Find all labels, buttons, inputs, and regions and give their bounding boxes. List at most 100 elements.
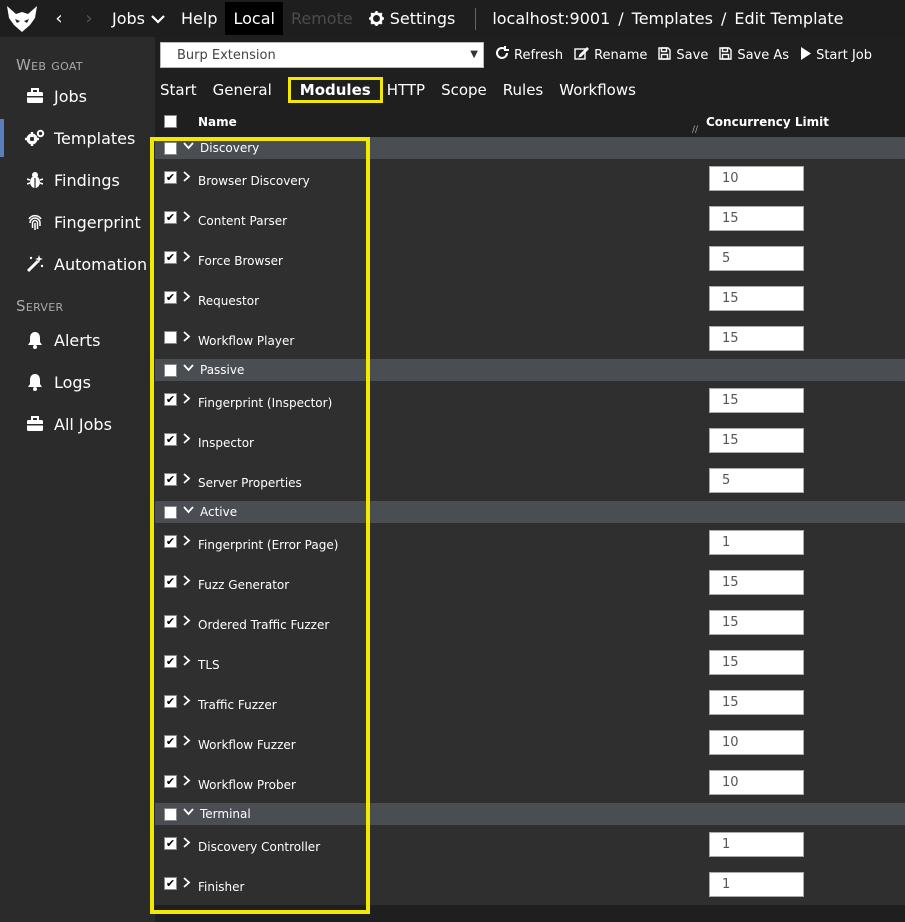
chevron-down-icon[interactable] xyxy=(183,504,194,517)
concurrency-limit-input[interactable]: 15 xyxy=(709,428,804,453)
column-header-name[interactable]: Name xyxy=(198,115,237,129)
chevron-right-icon[interactable] xyxy=(183,695,191,709)
forward-arrow-icon[interactable]: › xyxy=(74,8,104,29)
tab-general[interactable]: General xyxy=(213,81,278,99)
concurrency-limit-input[interactable]: 15 xyxy=(709,286,804,311)
group-checkbox[interactable] xyxy=(164,808,177,821)
sidebar-item-logs[interactable]: Logs xyxy=(0,361,155,403)
concurrency-limit-input[interactable]: 15 xyxy=(709,326,804,351)
chevron-right-icon[interactable] xyxy=(183,735,191,749)
chevron-right-icon[interactable] xyxy=(183,615,191,629)
column-resize-handle[interactable]: ∕∕ xyxy=(692,125,698,135)
module-checkbox[interactable]: ✔ xyxy=(164,211,177,224)
select-all-checkbox[interactable] xyxy=(164,115,177,128)
module-row[interactable]: ✔ TLS 15 xyxy=(155,643,905,683)
concurrency-limit-input[interactable]: 10 xyxy=(709,730,804,755)
module-row[interactable]: ✔ Workflow Prober 10 xyxy=(155,763,905,803)
module-row[interactable]: ✔ Discovery Controller 1 xyxy=(155,825,905,865)
concurrency-limit-input[interactable]: 1 xyxy=(709,832,804,857)
template-select[interactable]: Burp Extension ▼ xyxy=(160,42,484,68)
group-checkbox[interactable] xyxy=(164,364,177,377)
chevron-right-icon[interactable] xyxy=(183,775,191,789)
concurrency-limit-input[interactable]: 1 xyxy=(709,872,804,897)
module-checkbox[interactable]: ✔ xyxy=(164,877,177,890)
module-row[interactable]: ✔ Traffic Fuzzer 15 xyxy=(155,683,905,723)
refresh-button[interactable]: Refresh xyxy=(495,46,563,64)
module-checkbox[interactable]: ✔ xyxy=(164,535,177,548)
module-checkbox[interactable]: ✔ xyxy=(164,473,177,486)
module-checkbox[interactable]: ✔ xyxy=(164,433,177,446)
chevron-right-icon[interactable] xyxy=(183,393,191,407)
group-row[interactable]: Discovery xyxy=(155,137,905,159)
column-header-concurrency[interactable]: Concurrency Limit xyxy=(706,115,829,129)
module-checkbox[interactable]: ✔ xyxy=(164,615,177,628)
concurrency-limit-input[interactable]: 10 xyxy=(709,770,804,795)
breadcrumb-host[interactable]: localhost:9001 xyxy=(492,9,610,28)
module-row[interactable]: ✔ Fingerprint (Error Page) 1 xyxy=(155,523,905,563)
module-row[interactable]: ✔ Server Properties 5 xyxy=(155,461,905,501)
concurrency-limit-input[interactable]: 15 xyxy=(709,570,804,595)
concurrency-limit-input[interactable]: 15 xyxy=(709,650,804,675)
concurrency-limit-input[interactable]: 5 xyxy=(709,468,804,493)
chevron-right-icon[interactable] xyxy=(183,291,191,305)
nav-local[interactable]: Local xyxy=(225,2,283,35)
nav-settings[interactable]: Settings xyxy=(361,0,464,37)
start-job-button[interactable]: Start Job xyxy=(800,46,872,64)
module-row[interactable]: ✔ Fuzz Generator 15 xyxy=(155,563,905,603)
chevron-right-icon[interactable] xyxy=(183,535,191,549)
nav-remote[interactable]: Remote xyxy=(283,0,361,37)
group-row[interactable]: Terminal xyxy=(155,803,905,825)
module-row[interactable]: ✔ Fingerprint (Inspector) 15 xyxy=(155,381,905,421)
nav-help[interactable]: Help xyxy=(173,0,225,37)
module-checkbox[interactable] xyxy=(164,331,177,344)
concurrency-limit-input[interactable]: 15 xyxy=(709,610,804,635)
chevron-down-icon[interactable] xyxy=(183,362,194,375)
module-checkbox[interactable]: ✔ xyxy=(164,251,177,264)
sidebar-item-alerts[interactable]: Alerts xyxy=(0,319,155,361)
chevron-right-icon[interactable] xyxy=(183,433,191,447)
module-row[interactable]: ✔ Finisher 1 xyxy=(155,865,905,905)
module-row[interactable]: ✔ Requestor 15 xyxy=(155,279,905,319)
tab-http[interactable]: HTTP xyxy=(387,81,431,99)
module-row[interactable]: ✔ Browser Discovery 10 xyxy=(155,159,905,199)
module-checkbox[interactable]: ✔ xyxy=(164,291,177,304)
module-row[interactable]: ✔ Content Parser 15 xyxy=(155,199,905,239)
module-checkbox[interactable]: ✔ xyxy=(164,837,177,850)
module-row[interactable]: Workflow Player 15 xyxy=(155,319,905,359)
save-as-button[interactable]: Save As xyxy=(719,46,789,64)
module-row[interactable]: ✔ Force Browser 5 xyxy=(155,239,905,279)
module-checkbox[interactable]: ✔ xyxy=(164,695,177,708)
chevron-right-icon[interactable] xyxy=(183,575,191,589)
tab-scope[interactable]: Scope xyxy=(441,81,493,99)
tab-start[interactable]: Start xyxy=(160,81,203,99)
concurrency-limit-input[interactable]: 15 xyxy=(709,690,804,715)
module-row[interactable]: ✔ Ordered Traffic Fuzzer 15 xyxy=(155,603,905,643)
sidebar-item-all-jobs[interactable]: All Jobs xyxy=(0,403,155,445)
concurrency-limit-input[interactable]: 15 xyxy=(709,388,804,413)
group-checkbox[interactable] xyxy=(164,506,177,519)
tab-workflows[interactable]: Workflows xyxy=(559,81,642,99)
concurrency-limit-input[interactable]: 5 xyxy=(709,246,804,271)
module-checkbox[interactable]: ✔ xyxy=(164,775,177,788)
sidebar-item-templates[interactable]: Templates xyxy=(0,117,155,159)
sidebar-item-automation[interactable]: Automation xyxy=(0,243,155,285)
chevron-down-icon[interactable] xyxy=(183,806,194,819)
chevron-right-icon[interactable] xyxy=(183,211,191,225)
chevron-right-icon[interactable] xyxy=(183,251,191,265)
sidebar-item-findings[interactable]: Findings xyxy=(0,159,155,201)
back-arrow-icon[interactable]: ‹ xyxy=(44,8,74,29)
concurrency-limit-input[interactable]: 1 xyxy=(709,530,804,555)
module-checkbox[interactable]: ✔ xyxy=(164,393,177,406)
breadcrumb-templates[interactable]: Templates xyxy=(632,9,713,28)
module-checkbox[interactable]: ✔ xyxy=(164,171,177,184)
sidebar-item-fingerprint[interactable]: Fingerprint xyxy=(0,201,155,243)
module-checkbox[interactable]: ✔ xyxy=(164,655,177,668)
tab-rules[interactable]: Rules xyxy=(503,81,549,99)
chevron-right-icon[interactable] xyxy=(183,473,191,487)
group-row[interactable]: Active xyxy=(155,501,905,523)
chevron-right-icon[interactable] xyxy=(183,655,191,669)
chevron-right-icon[interactable] xyxy=(183,837,191,851)
rename-button[interactable]: Rename xyxy=(574,46,647,64)
nav-jobs-dropdown[interactable]: Jobs xyxy=(104,0,173,37)
module-checkbox[interactable]: ✔ xyxy=(164,735,177,748)
